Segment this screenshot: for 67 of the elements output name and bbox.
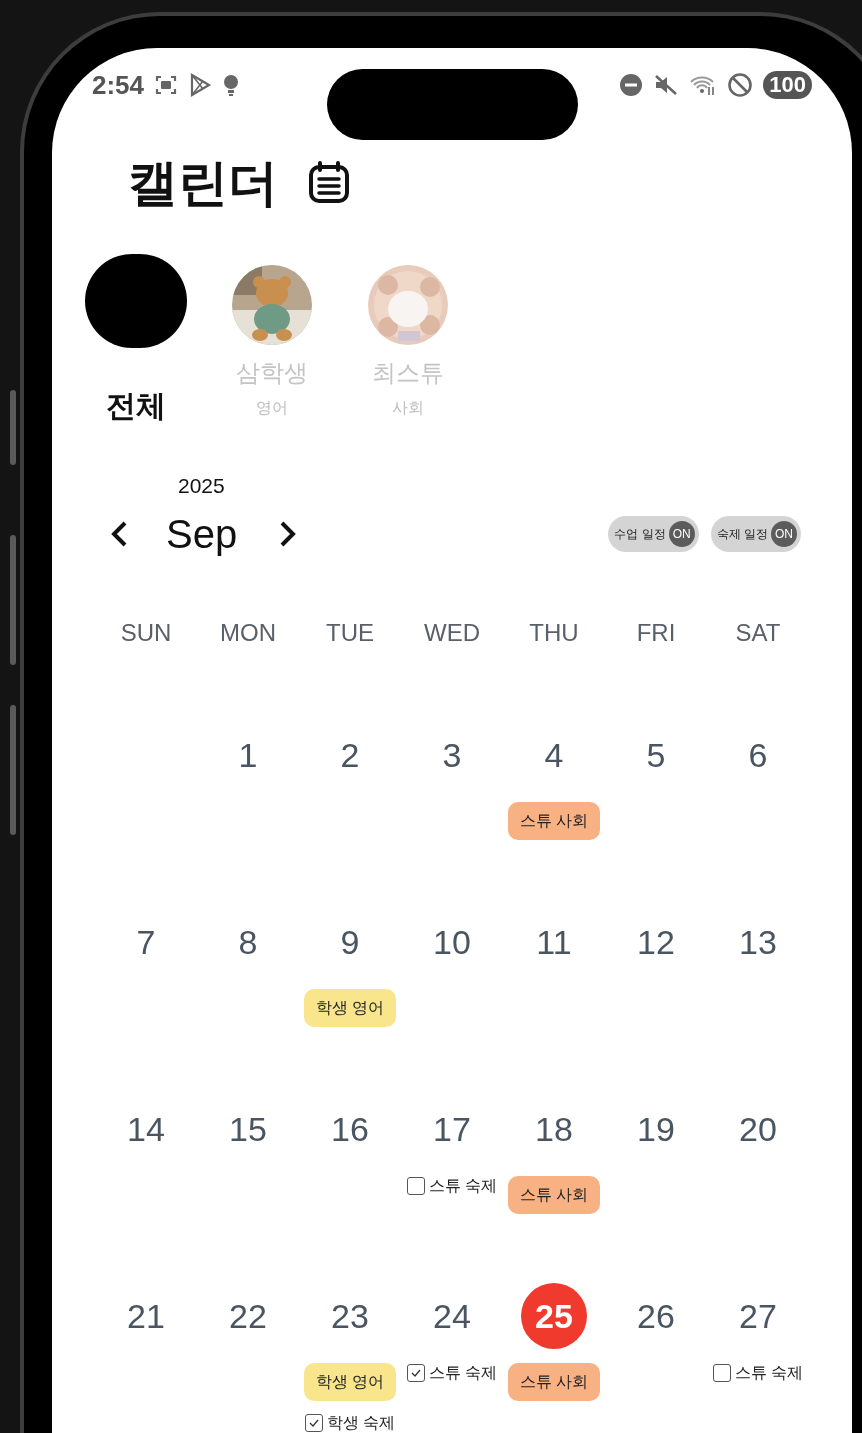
day-number[interactable]: 27 <box>739 1290 777 1342</box>
battery-indicator: 100 <box>763 71 812 99</box>
checkbox[interactable] <box>406 1177 425 1195</box>
weekday-label: SAT <box>735 618 781 648</box>
day-number[interactable]: 9 <box>340 916 360 968</box>
day-number[interactable]: 24 <box>433 1290 471 1342</box>
day-number[interactable]: 13 <box>739 916 777 968</box>
check-icon <box>410 1369 421 1377</box>
checkbox[interactable] <box>406 1364 425 1382</box>
day-number[interactable]: 21 <box>127 1290 165 1342</box>
bulb-icon <box>222 73 241 97</box>
day-number[interactable]: 6 <box>748 729 768 781</box>
homework-label: 스튜 숙제 <box>428 1176 498 1196</box>
calendar-icon <box>308 161 350 205</box>
checkbox[interactable] <box>712 1364 731 1382</box>
event-chip[interactable]: 학생 영어 <box>304 989 396 1027</box>
previous-month-button[interactable] <box>110 520 128 548</box>
schedule-toggle[interactable]: 수업 일정 ON <box>608 516 699 552</box>
next-month-button[interactable] <box>279 520 298 548</box>
day-number[interactable]: 8 <box>238 916 258 968</box>
event-chip[interactable]: 스튜 사회 <box>508 802 600 840</box>
weekday-label: TUE <box>326 618 374 648</box>
day-number[interactable]: 12 <box>637 916 675 968</box>
day-number[interactable]: 23 <box>331 1290 369 1342</box>
play-store-icon <box>188 73 213 97</box>
day-number[interactable]: 5 <box>646 729 666 781</box>
event-chip[interactable]: 스튜 사회 <box>508 1176 600 1214</box>
status-time: 2:54 <box>92 68 145 102</box>
weekday-label: THU <box>529 618 579 648</box>
day-number[interactable]: 19 <box>637 1103 675 1155</box>
day-number[interactable]: 4 <box>544 729 564 781</box>
day-number[interactable]: 16 <box>331 1103 369 1155</box>
day-number[interactable]: 10 <box>433 916 471 968</box>
weekday-label: SUN <box>120 618 172 648</box>
schedule-toggle[interactable]: 숙제 일정 ON <box>710 516 801 552</box>
day-number[interactable]: 26 <box>637 1290 675 1342</box>
event-chip[interactable]: 학생 영어 <box>304 1363 396 1401</box>
day-number[interactable]: 18 <box>535 1103 573 1155</box>
check-icon <box>308 1419 319 1427</box>
day-number[interactable]: 22 <box>229 1290 267 1342</box>
blocked-icon <box>727 72 754 98</box>
year-label: 2025 <box>178 474 225 497</box>
day-number[interactable]: 7 <box>136 916 156 968</box>
homework-label: 학생 숙제 <box>326 1413 396 1433</box>
day-number[interactable]: 25 <box>521 1283 587 1349</box>
day-number[interactable]: 14 <box>127 1103 165 1155</box>
day-number[interactable]: 20 <box>739 1103 777 1155</box>
day-number[interactable]: 1 <box>238 729 258 781</box>
do-not-disturb-icon <box>619 73 644 97</box>
day-number[interactable]: 17 <box>433 1103 471 1155</box>
homework-label: 스튜 숙제 <box>734 1363 804 1383</box>
day-number[interactable]: 2 <box>340 729 360 781</box>
profile-subject: 사회 <box>392 398 424 418</box>
event-chip[interactable]: 스튜 사회 <box>508 1363 600 1401</box>
page-title: 캘린더 <box>128 158 278 208</box>
profile-name[interactable]: 전체 <box>106 386 166 426</box>
profile-subject: 영어 <box>256 398 288 418</box>
weekday-label: MON <box>220 618 276 648</box>
screenshot-icon <box>154 73 179 97</box>
homework-label: 스튜 숙제 <box>428 1363 498 1383</box>
day-number[interactable]: 15 <box>229 1103 267 1155</box>
checkbox[interactable] <box>304 1414 323 1432</box>
weekday-label: FRI <box>636 618 676 648</box>
day-number[interactable]: 3 <box>442 729 462 781</box>
weekday-label: WED <box>424 618 480 648</box>
day-number[interactable]: 11 <box>536 916 572 968</box>
month-label: Sep <box>166 511 238 558</box>
